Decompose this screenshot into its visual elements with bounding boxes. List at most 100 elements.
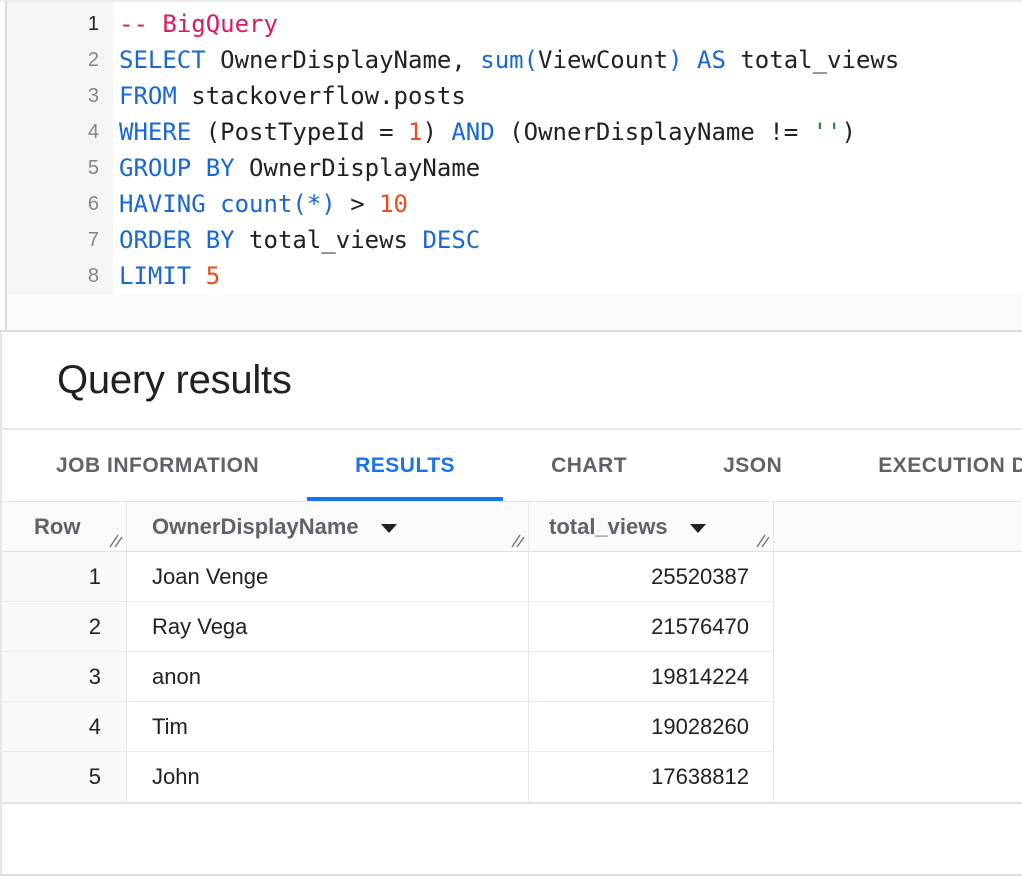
query-results-panel: Query results JOB INFORMATION RESULTS CHAR… <box>0 332 1022 876</box>
sort-dropdown-icon[interactable] <box>381 524 397 533</box>
line-number: 4 <box>7 114 99 150</box>
code-token: 10 <box>379 190 408 218</box>
owner-name-cell: John <box>127 752 529 802</box>
column-header-filler <box>774 502 1022 552</box>
tab-job-information[interactable]: JOB INFORMATION <box>8 430 307 501</box>
column-resize-handle[interactable] <box>109 534 123 548</box>
column-label: Row <box>34 514 80 540</box>
filler-cell <box>774 552 1022 602</box>
tab-execution-details[interactable]: EXECUTION DETAILS <box>830 430 1022 501</box>
code-line[interactable]: FROM stackoverflow.posts <box>119 78 1022 114</box>
code-line[interactable]: -- BigQuery <box>119 6 1022 42</box>
row-number-cell: 5 <box>2 752 127 802</box>
code-token: ) <box>842 118 856 146</box>
editor-code-area[interactable]: -- BigQuery SELECT OwnerDisplayName, sum(… <box>113 2 1022 294</box>
code-token: > <box>336 190 379 218</box>
column-header-ownerdisplayname[interactable]: OwnerDisplayName <box>127 502 529 552</box>
code-token: 5 <box>206 262 220 290</box>
tab-results[interactable]: RESULTS <box>307 430 503 501</box>
code-token: OwnerDisplayName, <box>206 46 481 74</box>
tab-label: JSON <box>723 454 782 478</box>
query-results-title: Query results <box>57 358 292 403</box>
sort-dropdown-icon[interactable] <box>690 524 706 533</box>
code-line[interactable]: WHERE (PostTypeId = 1) AND (OwnerDisplay… <box>119 114 1022 150</box>
code-token: LIMIT <box>119 262 191 290</box>
code-token: sum( <box>480 46 538 74</box>
results-tab-bar: JOB INFORMATION RESULTS CHART JSON EXECUTION… <box>2 430 1022 502</box>
filler-cell <box>774 702 1022 752</box>
column-header-row[interactable]: Row <box>2 502 127 552</box>
tab-label: EXECUTION DETAILS <box>878 454 1022 478</box>
results-table: Row OwnerDisplayName total_views <box>2 502 1022 802</box>
tab-label: RESULTS <box>355 454 455 478</box>
code-token: ) <box>668 46 682 74</box>
code-token <box>206 190 220 218</box>
code-token <box>683 46 697 74</box>
code-line[interactable]: SELECT OwnerDisplayName, sum(ViewCount) … <box>119 42 1022 78</box>
total-views-cell: 17638812 <box>529 752 774 802</box>
code-token: 1 <box>408 118 422 146</box>
code-token: ViewCount <box>538 46 668 74</box>
line-number: 6 <box>7 186 99 222</box>
results-footer-area <box>2 804 1022 876</box>
tab-json[interactable]: JSON <box>675 430 830 501</box>
code-line[interactable]: HAVING count(*) > 10 <box>119 186 1022 222</box>
code-token <box>191 262 205 290</box>
editor-scrollbar-area[interactable] <box>7 294 1022 330</box>
code-token: total_views <box>235 226 423 254</box>
code-token: stackoverflow.posts <box>177 82 466 110</box>
code-token: ORDER BY <box>119 226 235 254</box>
code-token: HAVING <box>119 190 206 218</box>
code-token: ) <box>422 118 451 146</box>
sql-editor-main: 12345678 -- BigQuerySELECT OwnerDisplayN… <box>7 2 1022 294</box>
code-token: WHERE <box>119 118 191 146</box>
tab-chart[interactable]: CHART <box>503 430 675 501</box>
code-token: -- BigQuery <box>119 10 278 38</box>
owner-name-cell: anon <box>127 652 529 702</box>
code-token: GROUP BY <box>119 154 235 182</box>
line-number: 3 <box>7 78 99 114</box>
total-views-cell: 21576470 <box>529 602 774 652</box>
row-number-cell: 1 <box>2 552 127 602</box>
bigquery-query-panel: 12345678 -- BigQuerySELECT OwnerDisplayN… <box>0 0 1022 878</box>
code-token: AS <box>697 46 726 74</box>
code-token: SELECT <box>119 46 206 74</box>
code-token: AND <box>451 118 494 146</box>
line-number: 2 <box>7 42 99 78</box>
editor-gutter: 12345678 <box>7 2 113 294</box>
line-number: 1 <box>7 6 99 42</box>
column-resize-handle[interactable] <box>756 534 770 548</box>
total-views-cell: 25520387 <box>529 552 774 602</box>
owner-name-cell: Joan Venge <box>127 552 529 602</box>
code-line[interactable]: GROUP BY OwnerDisplayName <box>119 150 1022 186</box>
query-results-header: Query results <box>2 332 1022 430</box>
total-views-cell: 19028260 <box>529 702 774 752</box>
filler-cell <box>774 652 1022 702</box>
owner-name-cell: Tim <box>127 702 529 752</box>
code-token: count(*) <box>220 190 336 218</box>
line-number: 7 <box>7 222 99 258</box>
code-line[interactable]: ORDER BY total_views DESC <box>119 222 1022 258</box>
code-token: (PostTypeId = <box>191 118 408 146</box>
tab-label: JOB INFORMATION <box>56 454 259 478</box>
row-number-cell: 4 <box>2 702 127 752</box>
column-label: OwnerDisplayName <box>152 514 359 540</box>
row-number-cell: 2 <box>2 602 127 652</box>
tab-label: CHART <box>551 454 627 478</box>
code-token: FROM <box>119 82 177 110</box>
sql-editor-inner: 12345678 -- BigQuerySELECT OwnerDisplayN… <box>5 2 1022 330</box>
line-number: 8 <box>7 258 99 294</box>
line-number: 5 <box>7 150 99 186</box>
code-line[interactable]: LIMIT 5 <box>119 258 1022 294</box>
sql-editor: 12345678 -- BigQuerySELECT OwnerDisplayN… <box>0 0 1022 332</box>
column-header-total-views[interactable]: total_views <box>529 502 774 552</box>
column-resize-handle[interactable] <box>511 534 525 548</box>
code-token: DESC <box>422 226 480 254</box>
filler-cell <box>774 752 1022 802</box>
code-token: total_views <box>726 46 899 74</box>
owner-name-cell: Ray Vega <box>127 602 529 652</box>
code-token: '' <box>813 118 842 146</box>
total-views-cell: 19814224 <box>529 652 774 702</box>
code-token: OwnerDisplayName <box>235 154 481 182</box>
code-token: (OwnerDisplayName != <box>495 118 813 146</box>
